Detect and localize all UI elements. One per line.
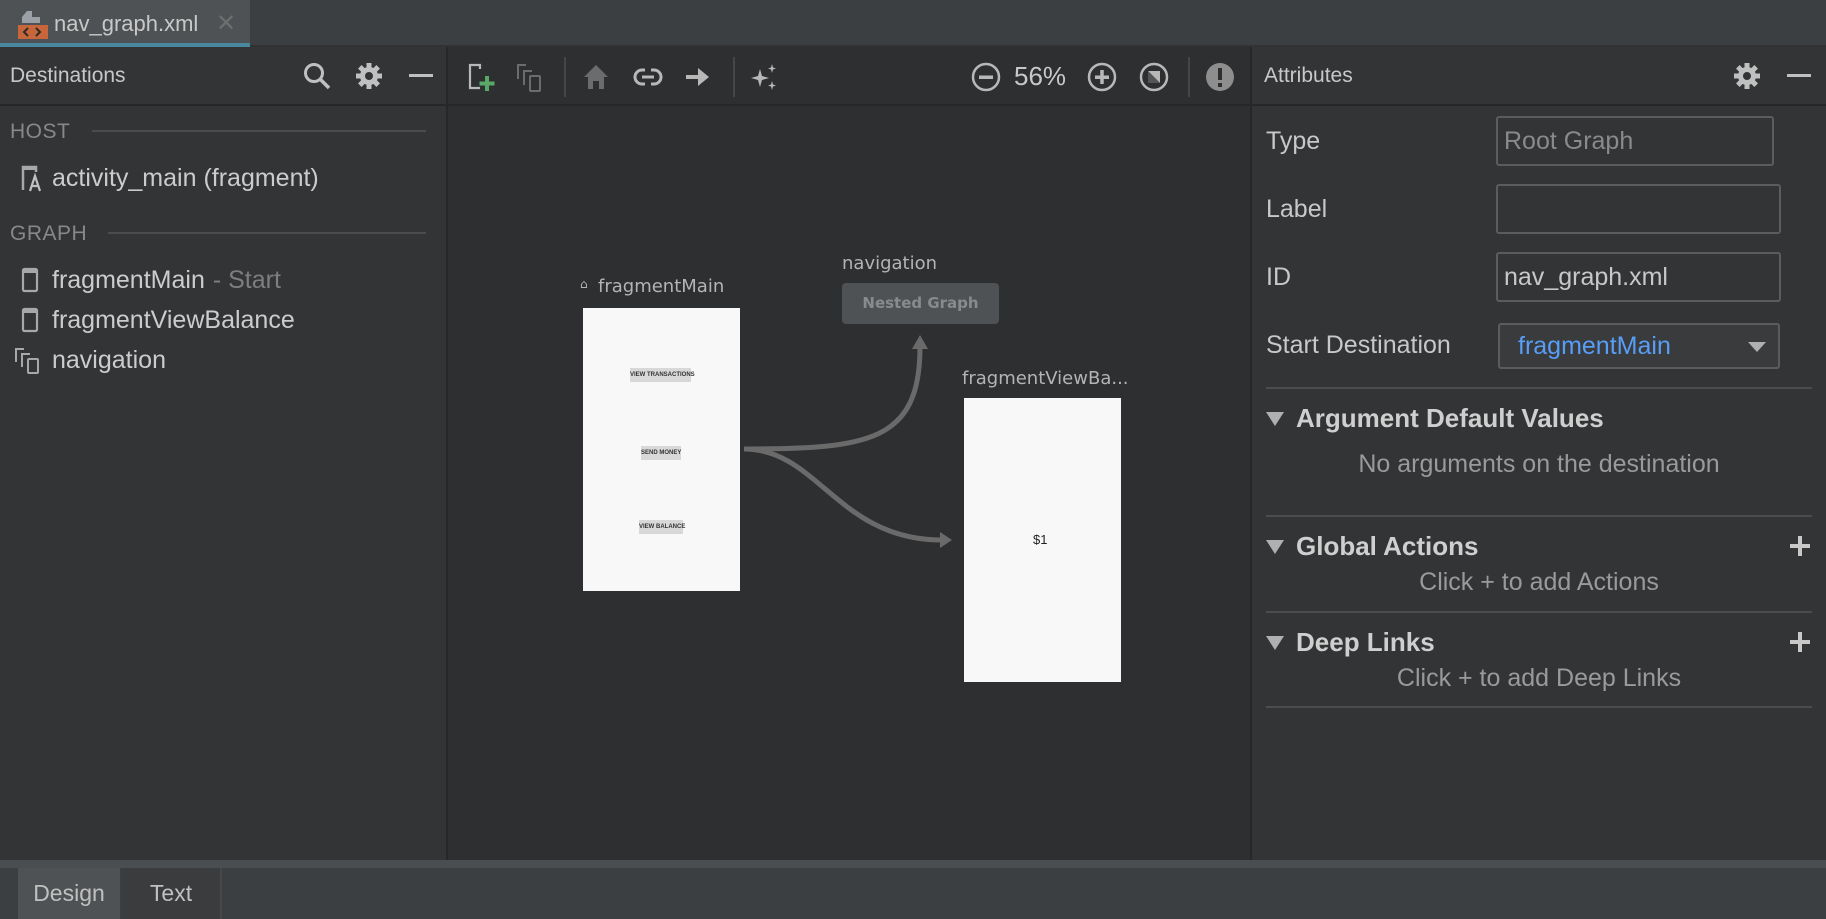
graph-actions-layer (743, 335, 952, 548)
start-destination-label: Start Destination (1266, 331, 1451, 359)
zoom-level: 56% (1014, 61, 1067, 91)
attributes-title: Attributes (1264, 64, 1353, 87)
type-label: Type (1266, 127, 1321, 155)
attributes-header: Attributes (1252, 47, 1826, 106)
canvas-toolbar: 56% (448, 47, 1250, 106)
toolbar-separator (1188, 57, 1190, 97)
deep-link-icon[interactable] (632, 61, 664, 93)
start-home-icon: ⌂ (580, 277, 588, 291)
graph-section-heading: GRAPH (10, 222, 88, 245)
new-destination-icon[interactable] (466, 61, 498, 93)
deep-links-header[interactable]: Deep Links (1266, 627, 1435, 658)
label-input[interactable] (1496, 184, 1781, 234)
collapse-triangle-icon (1266, 635, 1284, 650)
start-destination-select[interactable]: fragmentMain (1498, 323, 1780, 369)
no-arguments-message: No arguments on the destination (1358, 450, 1720, 478)
add-deep-link-icon[interactable] (1788, 630, 1812, 654)
action-arrow-to-view-balance (743, 446, 943, 543)
chevron-down-icon (1748, 342, 1766, 352)
deep-links-message: Click + to add Deep Links (1396, 664, 1682, 692)
nested-graph-icon[interactable] (514, 61, 546, 93)
add-global-action-icon[interactable] (1788, 534, 1812, 558)
type-field: Root Graph (1496, 116, 1774, 166)
editor-tab-nav-graph[interactable]: nav_graph.xml ✕ (0, 0, 250, 47)
minimize-icon[interactable] (1784, 61, 1814, 91)
node-title: navigation (842, 253, 938, 274)
nested-graph-icon (15, 348, 39, 374)
argument-default-values-header[interactable]: Argument Default Values (1266, 403, 1604, 434)
home-icon[interactable] (580, 61, 612, 93)
zoom-to-fit-icon[interactable] (1138, 61, 1170, 93)
close-icon[interactable]: ✕ (216, 9, 236, 38)
preview-button: SEND MONEY (641, 446, 681, 460)
tab-text[interactable]: Text (122, 868, 222, 919)
section-divider (1266, 611, 1812, 613)
fragment-icon (21, 267, 39, 293)
tab-design[interactable]: Design (18, 868, 120, 919)
action-arrow-to-navigation (743, 346, 923, 452)
nested-graph-box[interactable]: Nested Graph (842, 283, 999, 324)
id-label: ID (1266, 263, 1291, 291)
zoom-out-icon[interactable] (970, 61, 1002, 93)
toolbar-separator (564, 57, 566, 97)
global-actions-header[interactable]: Global Actions (1266, 531, 1479, 562)
graph-divider (108, 232, 426, 234)
node-title: fragmentMain (598, 276, 725, 297)
editor-tab-title: nav_graph.xml (54, 11, 199, 36)
action-arrowhead (940, 532, 952, 548)
collapse-triangle-icon (1266, 539, 1284, 554)
preview-button: VIEW TRANSACTIONS (630, 368, 695, 382)
attributes-panel: Attributes Type Root Graph Label ID nav_… (1252, 47, 1826, 860)
preview-button: VIEW BALANCE (639, 520, 685, 534)
section-divider (1266, 515, 1812, 517)
start-destination-value: fragmentMain (1518, 332, 1671, 360)
destinations-header: Destinations (0, 47, 446, 106)
graph-canvas[interactable]: 56% ⌂ fragmentMain VIEW TRANSACTIONS SEN… (448, 47, 1252, 860)
fragment-preview[interactable]: VIEW TRANSACTIONS SEND MONEY VIEW BALANC… (583, 308, 740, 591)
gear-icon[interactable] (1732, 61, 1762, 91)
section-divider (1266, 706, 1812, 708)
editor-tab-bar: nav_graph.xml ✕ (0, 0, 1826, 47)
graph-item-navigation[interactable]: navigation (12, 343, 166, 377)
destinations-panel: Destinations HOST activity_main (fragmen… (0, 47, 448, 860)
host-item-activity-main[interactable]: activity_main (fragment) (18, 161, 319, 195)
collapse-triangle-icon (1266, 411, 1284, 426)
gear-icon[interactable] (354, 61, 384, 91)
host-fragment-icon (21, 165, 42, 192)
minimize-icon[interactable] (406, 61, 436, 91)
start-badge: - Start (212, 265, 281, 294)
zoom-in-icon[interactable] (1086, 61, 1118, 93)
auto-arrange-icon[interactable] (748, 61, 780, 93)
toolbar-separator (733, 57, 735, 97)
node-title: fragmentViewBa... (962, 368, 1129, 389)
fragment-preview[interactable]: $1 (964, 398, 1121, 682)
graph-item-fragment-main[interactable]: fragmentMain - Start (18, 263, 281, 297)
destinations-title: Destinations (10, 64, 126, 87)
fragment-icon (21, 307, 39, 333)
search-icon[interactable] (302, 61, 332, 91)
global-actions-message: Click + to add Actions (1419, 568, 1659, 596)
xml-file-icon (18, 11, 48, 39)
balance-value: $1 (1033, 532, 1048, 547)
host-divider (92, 130, 426, 132)
action-arrowhead (912, 335, 928, 349)
action-arrow-icon[interactable] (682, 61, 714, 93)
editor-mode-tabs: Design Text (0, 860, 1826, 919)
warning-icon[interactable] (1204, 61, 1236, 93)
host-section-heading: HOST (10, 120, 71, 143)
section-divider (1266, 387, 1812, 389)
id-input[interactable]: nav_graph.xml (1496, 252, 1781, 302)
graph-item-fragment-view-balance[interactable]: fragmentViewBalance (18, 303, 295, 337)
label-label: Label (1266, 195, 1328, 223)
